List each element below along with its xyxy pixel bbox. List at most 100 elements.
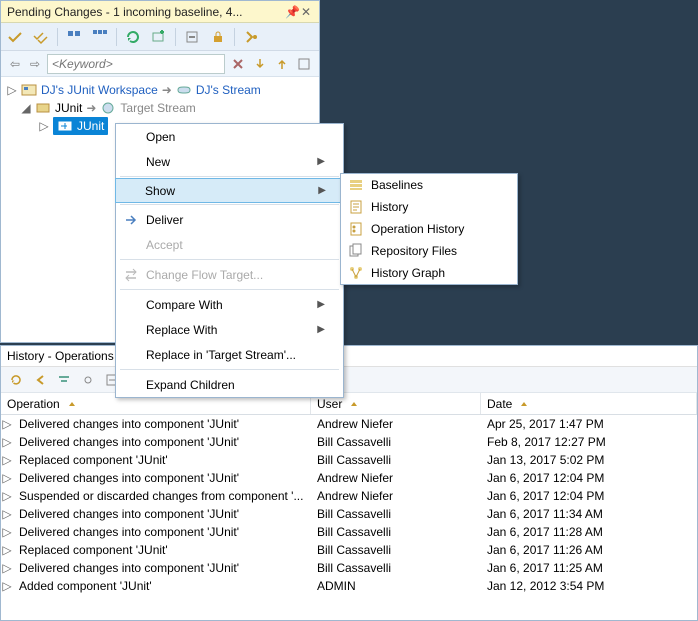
submenu-arrow-icon: ▶: [317, 156, 325, 167]
menu-new[interactable]: New▶: [116, 149, 343, 174]
history-icon: [345, 199, 367, 215]
expand-icon[interactable]: ▷: [1, 489, 13, 503]
new-workitem-icon[interactable]: [149, 27, 169, 47]
row-operation: Added component 'JUnit': [13, 579, 311, 593]
submenu-baselines[interactable]: Baselines: [341, 174, 517, 196]
search-back-icon[interactable]: ⇦: [7, 57, 23, 71]
menu-replace-in[interactable]: Replace in 'Target Stream'...: [116, 342, 343, 367]
expand-icon[interactable]: ▷: [7, 83, 17, 97]
operation-history-icon: [345, 221, 367, 237]
refresh-icon[interactable]: [7, 371, 25, 389]
menu-show[interactable]: Show▶: [115, 178, 344, 203]
history-row[interactable]: ▷Delivered changes into component 'JUnit…: [1, 505, 697, 523]
row-operation: Delivered changes into component 'JUnit': [13, 417, 311, 431]
row-user: Andrew Niefer: [311, 471, 481, 485]
row-date: Jan 6, 2017 11:26 AM: [481, 543, 697, 557]
search-prev-icon[interactable]: [273, 55, 291, 73]
history-row[interactable]: ▷Added component 'JUnit'ADMINJan 12, 201…: [1, 577, 697, 595]
search-next-icon[interactable]: [251, 55, 269, 73]
sort-icon[interactable]: [348, 398, 360, 410]
component-label: JUnit: [55, 101, 82, 115]
submenu-arrow-icon: ▶: [318, 185, 326, 196]
submenu-operation-history[interactable]: Operation History: [341, 218, 517, 240]
search-input[interactable]: [47, 54, 225, 74]
check-in-all-icon[interactable]: [31, 27, 51, 47]
expand-icon[interactable]: ▷: [1, 435, 13, 449]
row-date: Apr 25, 2017 1:47 PM: [481, 417, 697, 431]
component-icon: [35, 100, 51, 116]
row-user: Bill Cassavelli: [311, 525, 481, 539]
menu-icon[interactable]: [241, 27, 261, 47]
component-selected-icon: [57, 118, 73, 134]
history-tab-title[interactable]: History - Operations: [1, 346, 697, 367]
expand-icon[interactable]: ▷: [1, 543, 13, 557]
menu-deliver[interactable]: Deliver: [116, 207, 343, 232]
search-options-icon[interactable]: [295, 55, 313, 73]
collapse-icon[interactable]: [182, 27, 202, 47]
stream-label[interactable]: DJ's Stream: [196, 83, 261, 97]
menu-replace-with[interactable]: Replace With▶: [116, 317, 343, 342]
workspace-all-icon[interactable]: [90, 27, 110, 47]
history-row[interactable]: ▷Replaced component 'JUnit'Bill Cassavel…: [1, 451, 697, 469]
row-date: Jan 6, 2017 11:25 AM: [481, 561, 697, 575]
flow-arrow-icon: ➜: [86, 101, 96, 115]
link-icon[interactable]: [79, 371, 97, 389]
clear-search-icon[interactable]: [229, 55, 247, 73]
history-row[interactable]: ▷Delivered changes into component 'JUnit…: [1, 523, 697, 541]
search-fwd-icon[interactable]: ⇨: [27, 57, 43, 71]
tree-row-workspace[interactable]: ▷ DJ's JUnit Workspace ➜ DJ's Stream: [3, 81, 317, 99]
submenu-history[interactable]: History: [341, 196, 517, 218]
history-row[interactable]: ▷Suspended or discarded changes from com…: [1, 487, 697, 505]
lock-icon[interactable]: [208, 27, 228, 47]
stream-icon: [100, 100, 116, 116]
pin-icon[interactable]: 📌: [285, 5, 299, 19]
expand-icon[interactable]: ▷: [1, 453, 13, 467]
expand-icon[interactable]: ▷: [1, 579, 13, 593]
row-user: Andrew Niefer: [311, 489, 481, 503]
row-date: Jan 6, 2017 12:04 PM: [481, 471, 697, 485]
flow-arrow-icon: ➜: [162, 83, 172, 97]
row-user: Bill Cassavelli: [311, 561, 481, 575]
menu-change-flow: Change Flow Target...: [116, 262, 343, 287]
row-date: Jan 6, 2017 12:04 PM: [481, 489, 697, 503]
baselines-icon: [345, 177, 367, 193]
expand-icon[interactable]: ▷: [1, 525, 13, 539]
tree-row-component-top[interactable]: ◢ JUnit ➜ Target Stream: [3, 99, 317, 117]
row-operation: Delivered changes into component 'JUnit': [13, 561, 311, 575]
workspace-label[interactable]: DJ's JUnit Workspace: [41, 83, 158, 97]
expand-icon[interactable]: ▷: [1, 471, 13, 485]
target-stream-label: Target Stream: [120, 101, 195, 115]
back-icon[interactable]: [31, 371, 49, 389]
menu-compare-with[interactable]: Compare With▶: [116, 292, 343, 317]
history-row[interactable]: ▷Delivered changes into component 'JUnit…: [1, 559, 697, 577]
expand-icon[interactable]: ▷: [39, 119, 49, 133]
deliver-icon: [120, 212, 142, 228]
menu-open[interactable]: Open: [116, 124, 343, 149]
menu-expand-children[interactable]: Expand Children: [116, 372, 343, 397]
col-date[interactable]: Date: [481, 393, 697, 414]
sort-icon[interactable]: [66, 398, 78, 410]
history-row[interactable]: ▷Delivered changes into component 'JUnit…: [1, 415, 697, 433]
refresh-icon[interactable]: [123, 27, 143, 47]
row-user: Bill Cassavelli: [311, 453, 481, 467]
expand-icon[interactable]: ▷: [1, 417, 13, 431]
row-operation: Delivered changes into component 'JUnit': [13, 435, 311, 449]
row-operation: Suspended or discarded changes from comp…: [13, 489, 311, 503]
workspace-icon[interactable]: [64, 27, 84, 47]
expand-icon[interactable]: ▷: [1, 561, 13, 575]
check-in-icon[interactable]: [5, 27, 25, 47]
submenu-repository-files[interactable]: Repository Files: [341, 240, 517, 262]
pending-changes-title: Pending Changes - 1 incoming baseline, 4…: [7, 5, 285, 19]
sort-icon[interactable]: [518, 398, 530, 410]
submenu-history-graph[interactable]: History Graph: [341, 262, 517, 284]
repo-files-icon: [345, 243, 367, 259]
history-row[interactable]: ▷Replaced component 'JUnit'Bill Cassavel…: [1, 541, 697, 559]
history-row[interactable]: ▷Delivered changes into component 'JUnit…: [1, 433, 697, 451]
close-icon[interactable]: ✕: [299, 5, 313, 19]
history-columns: Operation User Date: [1, 393, 697, 415]
filter-icon[interactable]: [55, 371, 73, 389]
expand-icon[interactable]: ▷: [1, 507, 13, 521]
pending-changes-tab[interactable]: Pending Changes - 1 incoming baseline, 4…: [1, 1, 319, 23]
collapse-icon[interactable]: ◢: [21, 101, 31, 115]
history-row[interactable]: ▷Delivered changes into component 'JUnit…: [1, 469, 697, 487]
